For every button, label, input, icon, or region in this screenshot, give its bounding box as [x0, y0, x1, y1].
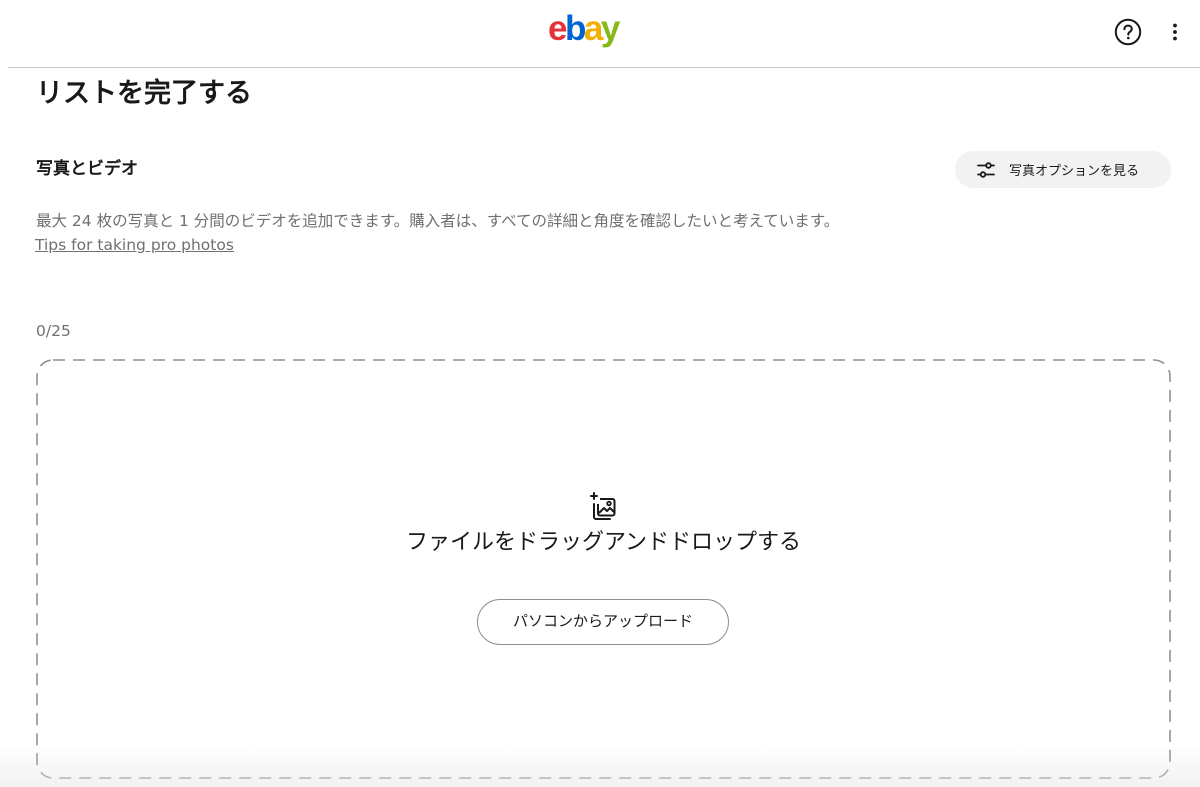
- page-title: リストを完了する: [36, 78, 252, 109]
- photo-options-button[interactable]: 写真オプションを見る: [955, 151, 1171, 188]
- photos-section-title: 写真とビデオ: [36, 159, 138, 179]
- question-circle-icon[interactable]: [1114, 18, 1142, 46]
- pro-photo-tips-link[interactable]: Tips for taking pro photos: [35, 234, 234, 256]
- vertical-ellipsis-icon[interactable]: [1166, 20, 1184, 44]
- sliders-icon: [977, 161, 995, 178]
- dropzone-dashed-border: [36, 359, 1171, 779]
- logo-letter-b: b: [564, 9, 586, 48]
- top-header: ebay: [0, 0, 1200, 68]
- logo-letter-a: a: [583, 9, 603, 48]
- header-divider: [8, 67, 1200, 68]
- upload-from-computer-button[interactable]: パソコンからアップロード: [477, 599, 729, 645]
- dropzone-text: ファイルをドラッグアンドドロップする: [405, 530, 802, 555]
- photo-counter: 0/25: [36, 322, 71, 340]
- photo-options-label: 写真オプションを見る: [1009, 164, 1140, 179]
- photos-description: 最大 24 枚の写真と 1 分間のビデオを追加できます。購入者は、すべての詳細と…: [36, 212, 840, 230]
- add-image-icon: [590, 492, 616, 520]
- photo-dropzone[interactable]: ファイルをドラッグアンドドロップする パソコンからアップロード: [36, 359, 1171, 779]
- logo-letter-e: e: [548, 9, 567, 48]
- logo-letter-y: y: [600, 9, 620, 48]
- ebay-logo[interactable]: ebay: [548, 9, 620, 48]
